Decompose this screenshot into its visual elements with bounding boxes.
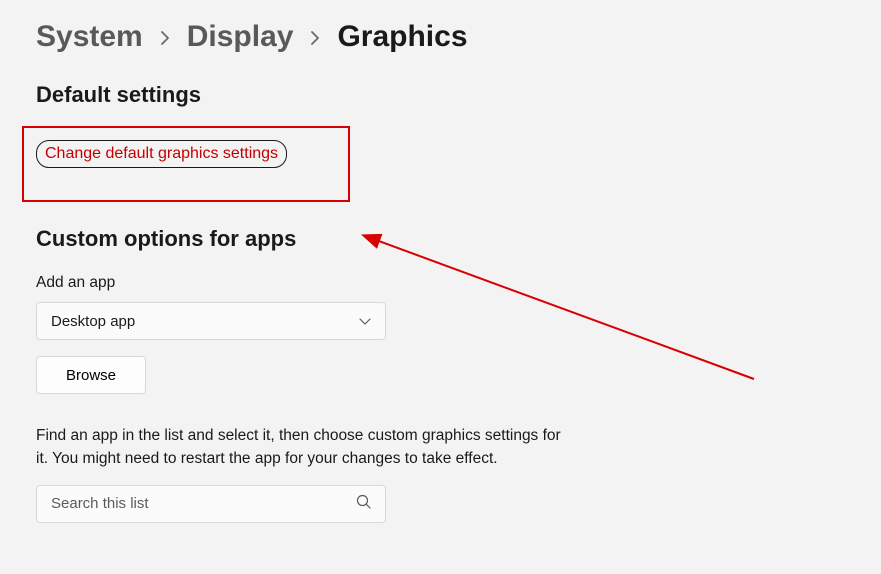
custom-options-title: Custom options for apps: [36, 226, 845, 252]
browse-button[interactable]: Browse: [36, 356, 146, 394]
breadcrumb: System Display Graphics: [36, 20, 845, 54]
chevron-down-icon: [359, 313, 371, 330]
search-icon: [356, 494, 371, 514]
search-list-input[interactable]: [51, 495, 356, 512]
chevron-right-icon: [159, 28, 171, 51]
search-list-box[interactable]: [36, 485, 386, 523]
app-type-dropdown[interactable]: Desktop app: [36, 302, 386, 340]
chevron-right-icon: [309, 28, 321, 51]
default-settings-title: Default settings: [36, 82, 845, 108]
breadcrumb-current: Graphics: [337, 20, 467, 54]
help-text: Find an app in the list and select it, t…: [36, 424, 566, 471]
dropdown-value: Desktop app: [51, 313, 135, 330]
annotation-highlight-box: Change default graphics settings: [22, 126, 350, 202]
change-default-graphics-link[interactable]: Change default graphics settings: [36, 140, 287, 168]
breadcrumb-system[interactable]: System: [36, 20, 143, 54]
add-app-label: Add an app: [36, 274, 845, 292]
breadcrumb-display[interactable]: Display: [187, 20, 294, 54]
